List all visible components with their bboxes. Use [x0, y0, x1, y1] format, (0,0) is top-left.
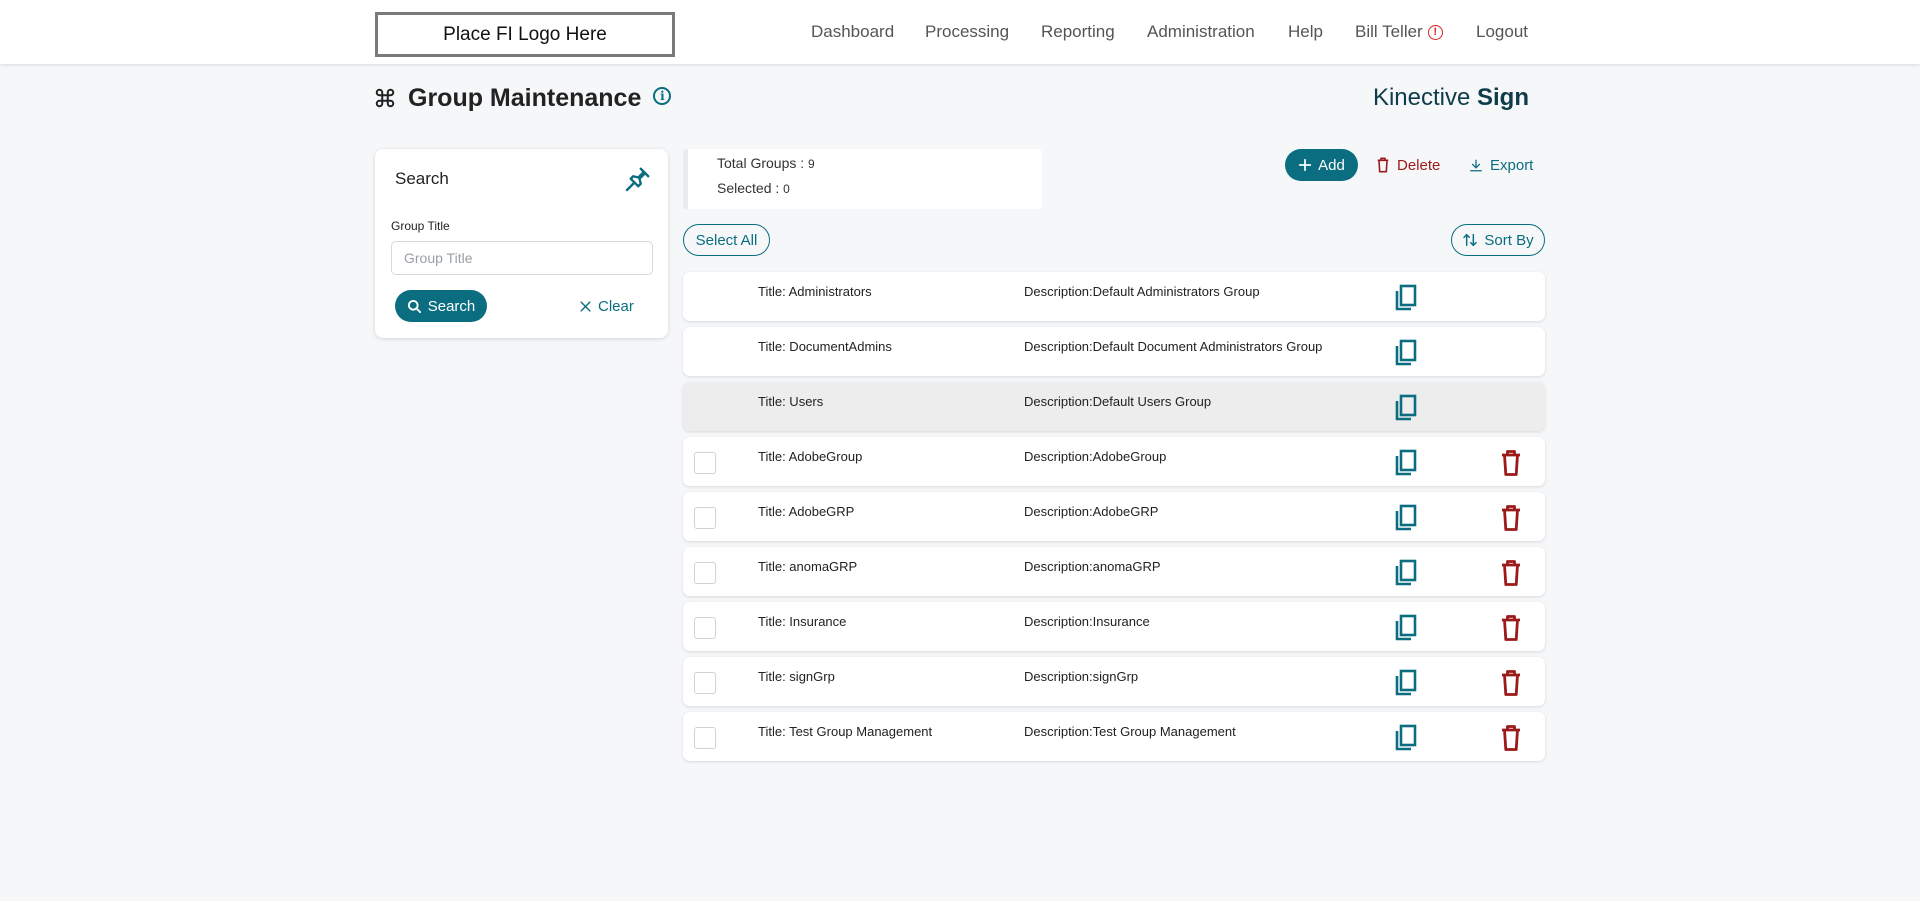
group-title: Title: Users	[758, 394, 824, 409]
brand-logo: Kinective Sign	[1372, 84, 1529, 111]
group-title: Title: signGrp	[758, 669, 835, 684]
close-icon	[580, 300, 591, 312]
row-checkbox[interactable]	[694, 727, 716, 749]
copy-icon[interactable]	[1392, 339, 1418, 367]
add-button[interactable]: Add	[1285, 149, 1358, 181]
row-checkbox[interactable]	[694, 507, 716, 529]
groups-summary: Total Groups : 9 Selected : 0	[683, 149, 1042, 209]
nav-dashboard[interactable]: Dashboard	[811, 0, 894, 64]
sort-by-button[interactable]: Sort By	[1451, 224, 1545, 256]
search-panel: Search Group Title Search Clear	[375, 149, 668, 338]
selected-count: Selected : 0	[717, 180, 790, 196]
copy-icon[interactable]	[1392, 284, 1418, 312]
search-panel-title: Search	[395, 169, 449, 188]
clear-button[interactable]: Clear	[579, 290, 634, 322]
nav-user-menu[interactable]: Bill Teller !	[1355, 0, 1443, 64]
group-row[interactable]: Title: anomaGRP Description:anomaGRP	[683, 547, 1545, 596]
nav-help[interactable]: Help	[1288, 0, 1323, 64]
group-row[interactable]: Title: DocumentAdmins Description:Default…	[683, 327, 1545, 376]
group-description: Description:anomaGRP	[1024, 559, 1161, 574]
group-row[interactable]: Title: signGrp Description:signGrp	[683, 657, 1545, 706]
sort-by-label: Sort By	[1484, 231, 1534, 249]
copy-icon[interactable]	[1392, 614, 1418, 642]
copy-icon[interactable]	[1392, 394, 1418, 422]
search-button[interactable]: Search	[395, 290, 487, 322]
group-row[interactable]: Title: Insurance Description:Insurance	[683, 602, 1545, 651]
total-groups: Total Groups : 9	[717, 155, 815, 171]
group-description: Description:Insurance	[1024, 614, 1150, 629]
group-row[interactable]: Title: AdobeGroup Description:AdobeGroup	[683, 437, 1545, 486]
add-button-label: Add	[1318, 156, 1345, 174]
group-title: Title: DocumentAdmins	[758, 339, 892, 354]
download-icon	[1470, 159, 1482, 171]
select-all-label: Select All	[695, 231, 758, 249]
group-title: Title: Insurance	[758, 614, 847, 629]
row-checkbox[interactable]	[694, 672, 716, 694]
copy-icon[interactable]	[1392, 449, 1418, 477]
nav-reporting[interactable]: Reporting	[1041, 0, 1115, 64]
fi-logo-placeholder[interactable]: Place FI Logo Here	[375, 12, 675, 57]
select-all-button[interactable]: Select All	[683, 224, 770, 256]
group-description: Description:AdobeGroup	[1024, 449, 1167, 464]
search-button-label: Search	[427, 297, 476, 315]
pin-icon[interactable]	[622, 165, 652, 195]
trash-icon[interactable]	[1500, 669, 1522, 697]
page-title-row: Group Maintenance i	[374, 80, 672, 116]
group-title: Title: Test Group Management	[758, 724, 933, 739]
clear-button-label: Clear	[598, 297, 634, 315]
group-title: Title: anomaGRP	[758, 559, 858, 574]
trash-icon[interactable]	[1500, 724, 1522, 752]
copy-icon[interactable]	[1392, 724, 1418, 752]
group-row[interactable]: Title: Test Group Management Description:…	[683, 712, 1545, 761]
group-description: Description:signGrp	[1024, 669, 1139, 684]
group-description: Description:Default Users Group	[1024, 394, 1212, 409]
plus-icon	[1299, 158, 1312, 172]
trash-icon[interactable]	[1500, 614, 1522, 642]
delete-button-label: Delete	[1397, 156, 1441, 174]
export-button[interactable]: Export	[1469, 149, 1533, 181]
group-title: Title: AdobeGRP	[758, 504, 855, 519]
user-name: Bill Teller	[1355, 22, 1423, 41]
info-icon[interactable]: i	[653, 87, 672, 105]
group-description: Description:Default Administrators Group	[1024, 284, 1260, 299]
group-title-label: Group Title	[391, 219, 450, 233]
nav-logout[interactable]: Logout	[1476, 0, 1528, 64]
group-description: Description:AdobeGRP	[1024, 504, 1159, 519]
export-button-label: Export	[1490, 156, 1534, 174]
trash-icon[interactable]	[1500, 504, 1522, 532]
group-row[interactable]: Title: Users Description:Default Users Gr…	[683, 382, 1545, 431]
group-list: Title: Administrators Description:Default…	[683, 272, 1545, 767]
sort-icon	[1463, 233, 1478, 247]
search-icon	[407, 299, 421, 313]
group-description: Description:Default Document Administrat…	[1024, 339, 1323, 354]
group-title: Title: AdobeGroup	[758, 449, 863, 464]
command-icon	[375, 88, 395, 108]
row-checkbox[interactable]	[694, 562, 716, 584]
nav-processing[interactable]: Processing	[925, 0, 1009, 64]
copy-icon[interactable]	[1392, 559, 1418, 587]
group-description: Description:Test Group Management	[1024, 724, 1236, 739]
trash-icon	[1377, 157, 1389, 173]
trash-icon[interactable]	[1500, 559, 1522, 587]
row-checkbox[interactable]	[694, 452, 716, 474]
copy-icon[interactable]	[1392, 504, 1418, 532]
group-title: Title: Administrators	[758, 284, 872, 299]
group-row[interactable]: Title: AdobeGRP Description:AdobeGRP	[683, 492, 1545, 541]
group-row[interactable]: Title: Administrators Description:Default…	[683, 272, 1545, 321]
trash-icon[interactable]	[1500, 449, 1522, 477]
copy-icon[interactable]	[1392, 669, 1418, 697]
row-checkbox[interactable]	[694, 617, 716, 639]
alert-icon: !	[1427, 24, 1443, 40]
top-navigation-bar: Place FI Logo Here Dashboard Processing …	[0, 0, 1920, 64]
nav-administration[interactable]: Administration	[1147, 0, 1255, 64]
page-title: Group Maintenance	[408, 83, 642, 112]
delete-button[interactable]: Delete	[1376, 149, 1440, 181]
group-title-input[interactable]	[391, 241, 653, 275]
